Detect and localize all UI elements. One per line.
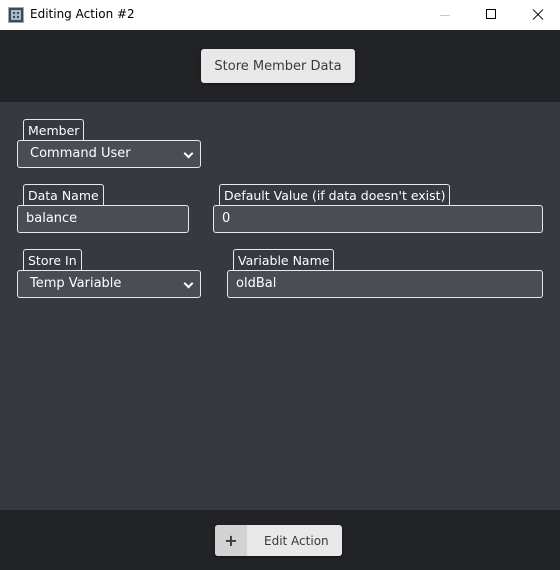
default-value-value: 0 [222, 211, 231, 226]
store-in-select-value: Temp Variable [30, 276, 122, 291]
chevron-down-icon [183, 148, 194, 159]
data-name-label: Data Name [23, 184, 104, 206]
window-title: Editing Action #2 [30, 7, 135, 21]
action-header: Store Member Data [0, 30, 560, 102]
variable-name-input[interactable]: oldBal [227, 270, 543, 298]
store-in-select[interactable]: Temp Variable [17, 270, 201, 298]
edit-action-label: Edit Action [264, 533, 329, 548]
maximize-icon[interactable] [468, 0, 514, 30]
edit-action-button[interactable]: + Edit Action [215, 525, 342, 556]
close-icon[interactable] [514, 0, 560, 30]
default-value-input[interactable]: 0 [213, 205, 543, 233]
data-name-value: balance [26, 211, 78, 226]
member-label: Member [23, 119, 85, 141]
minimize-icon[interactable] [422, 0, 468, 30]
member-select-value: Command User [30, 146, 131, 161]
member-select[interactable]: Command User [17, 140, 201, 168]
chevron-down-icon [183, 278, 194, 289]
default-value-label: Default Value (if data doesn't exist) [219, 184, 451, 206]
variable-name-label: Variable Name [233, 249, 335, 271]
variable-name-value: oldBal [236, 276, 277, 291]
data-name-input[interactable]: balance [17, 205, 189, 233]
app-icon [8, 7, 24, 23]
action-type-button[interactable]: Store Member Data [201, 49, 355, 83]
store-in-label: Store In [23, 249, 82, 271]
plus-icon: + [215, 525, 247, 556]
title-bar: Editing Action #2 [0, 0, 560, 30]
action-footer: + Edit Action [0, 510, 560, 570]
